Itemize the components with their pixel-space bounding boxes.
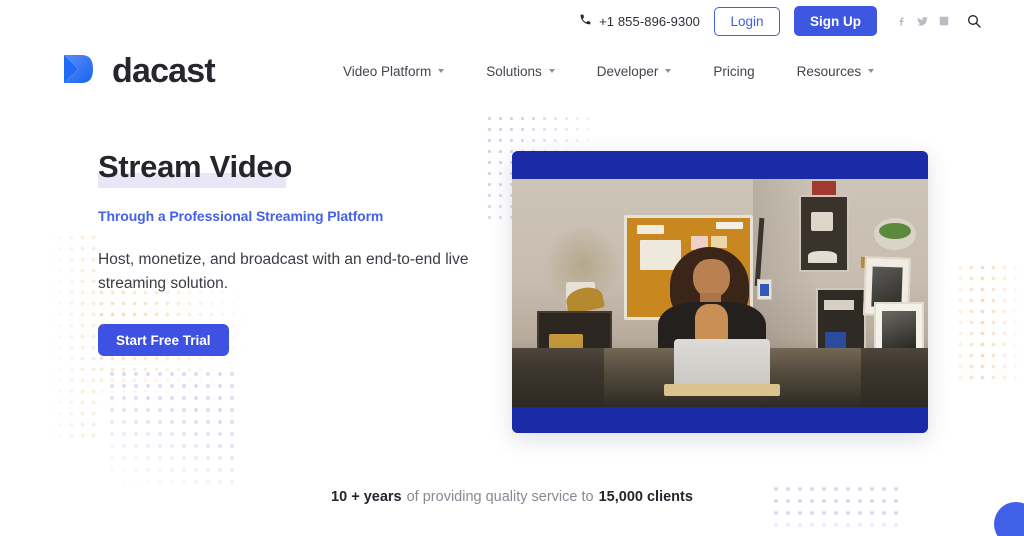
scene-laptop-base (663, 384, 781, 396)
nav-label: Video Platform (342, 63, 432, 79)
scene-person-face (692, 258, 730, 298)
decorative-dot-grid-far-left (44, 232, 100, 442)
nav-item-resources[interactable]: Resources (797, 64, 875, 79)
scene-laptop-screen (674, 338, 770, 389)
nav-links: Video Platform Solutions Developer Prici… (342, 63, 875, 79)
hero-title-wrap: Stream Video (98, 149, 292, 189)
stats-strip: 10 + years of providing quality service … (0, 489, 1024, 505)
decorative-dot-grid-left-lavender (106, 368, 238, 490)
phone-number: +1 855-896-9300 (599, 13, 700, 29)
scene-wall-badge (757, 279, 772, 300)
stat-years: 10 + years (331, 489, 402, 505)
video-frame-top-bar (512, 151, 928, 179)
nav-item-developer[interactable]: Developer (597, 64, 672, 79)
landing-page: +1 855-896-9300 Login Sign Up dacast Vid… (0, 0, 1024, 536)
hero-content: Stream Video Through a Professional Stre… (98, 149, 498, 357)
nav-item-solutions[interactable]: Solutions (486, 64, 555, 79)
signup-button[interactable]: Sign Up (794, 6, 877, 36)
linkedin-icon[interactable] (937, 15, 950, 28)
nav-label: Developer (596, 63, 659, 79)
nav-label: Solutions (486, 63, 542, 79)
video-scene (512, 179, 928, 407)
nav-item-video-platform[interactable]: Video Platform (342, 63, 445, 79)
nav-label: Pricing (713, 63, 755, 79)
chevron-down-icon (438, 69, 445, 73)
chevron-down-icon (868, 69, 875, 73)
video-frame-bottom-bar (512, 407, 928, 433)
nav-label: Resources (796, 63, 862, 79)
phone-link[interactable]: +1 855-896-9300 (579, 13, 700, 29)
main-navigation: dacast Video Platform Solutions Develope… (0, 42, 1024, 100)
stat-clients: 15,000 clients (598, 489, 693, 505)
hero-body-text: Host, monetize, and broadcast with an en… (98, 251, 469, 293)
social-links (895, 13, 982, 30)
scene-cork-note (710, 236, 727, 249)
scene-cork-note (715, 222, 743, 230)
start-free-trial-button[interactable]: Start Free Trial (98, 324, 229, 357)
dacast-chevron-logo-icon (60, 49, 102, 94)
chevron-down-icon (548, 69, 555, 73)
decorative-dot-grid-right-orange (944, 262, 1024, 380)
stat-middle-text: of providing quality service to (406, 489, 594, 505)
scene-wall-planter (873, 217, 916, 250)
decorative-blue-circle (994, 502, 1024, 536)
twitter-icon[interactable] (916, 15, 929, 28)
hero-video-player[interactable] (512, 151, 928, 433)
brand-logo[interactable]: dacast (60, 49, 216, 94)
hero-subtitle: Through a Professional Streaming Platfor… (98, 208, 384, 225)
search-icon[interactable] (965, 13, 982, 30)
login-button[interactable]: Login (714, 6, 780, 36)
brand-name: dacast (112, 51, 216, 90)
nav-item-pricing[interactable]: Pricing (713, 64, 754, 79)
scene-person-shirt (695, 304, 729, 341)
scene-upper-cube-shelf (799, 194, 849, 273)
chevron-down-icon (665, 69, 672, 73)
phone-icon (579, 13, 592, 29)
scene-cork-note (637, 225, 665, 235)
hero-title: Stream Video (98, 149, 292, 184)
facebook-icon[interactable] (895, 15, 908, 28)
utility-bar: +1 855-896-9300 Login Sign Up (0, 0, 1024, 42)
